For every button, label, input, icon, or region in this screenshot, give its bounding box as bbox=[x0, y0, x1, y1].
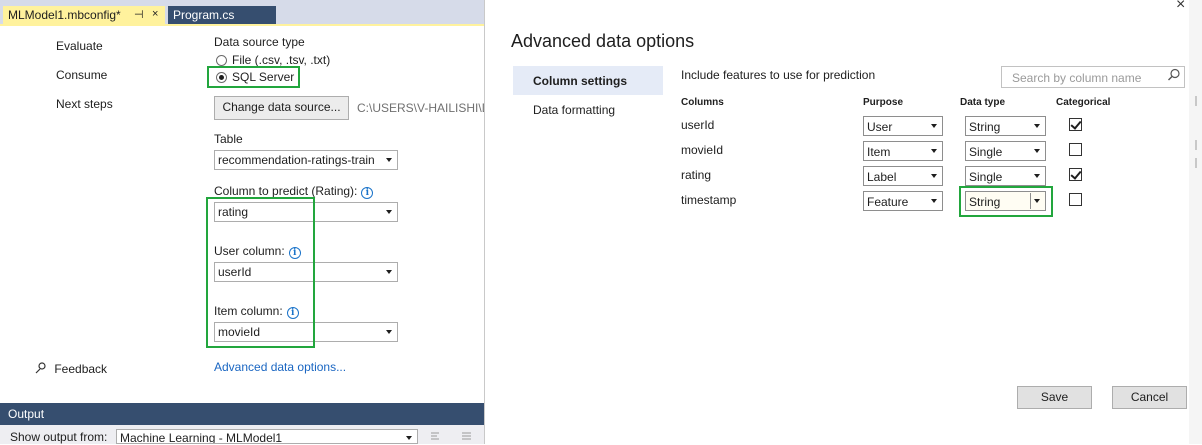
chevron-down-icon bbox=[931, 124, 937, 128]
feedback-link[interactable]: Feedback bbox=[34, 361, 107, 376]
data-type-select[interactable]: Single bbox=[965, 166, 1046, 186]
scrollbar-marker bbox=[1195, 158, 1197, 168]
header-purpose: Purpose bbox=[863, 97, 904, 108]
timestamp-type-highlight bbox=[959, 186, 1053, 217]
tab-underline bbox=[0, 24, 484, 26]
row-column-name: movieId bbox=[681, 143, 724, 157]
table-select-value: recommendation-ratings-train bbox=[218, 153, 375, 167]
chevron-down-icon bbox=[931, 199, 937, 203]
feedback-label: Feedback bbox=[54, 362, 108, 376]
include-features-text: Include features to use for prediction bbox=[681, 68, 876, 82]
output-source-value: Machine Learning - MLModel1 bbox=[120, 431, 283, 444]
sql-server-highlight bbox=[207, 66, 300, 88]
data-type-value: Single bbox=[969, 145, 1003, 159]
table-label: Table bbox=[214, 132, 243, 146]
step-next-steps[interactable]: Next steps bbox=[56, 97, 113, 111]
feedback-icon bbox=[35, 362, 46, 374]
row-column-name: timestamp bbox=[681, 193, 737, 207]
close-icon[interactable]: × bbox=[1176, 0, 1185, 14]
data-type-select[interactable]: String bbox=[965, 116, 1046, 136]
categorical-checkbox[interactable] bbox=[1069, 168, 1082, 181]
data-type-value: Single bbox=[969, 170, 1003, 184]
tab-label: MLModel1.mbconfig* bbox=[8, 8, 121, 22]
change-data-source-button[interactable]: Change data source... bbox=[214, 96, 349, 120]
mbconfig-editor: MLModel1.mbconfig* ⊣ × Program.cs Evalua… bbox=[0, 0, 494, 444]
advanced-data-options-link[interactable]: Advanced data options... bbox=[214, 360, 346, 374]
output-source-select[interactable]: Machine Learning - MLModel1 bbox=[116, 429, 418, 444]
chevron-down-icon bbox=[1034, 174, 1040, 178]
background-scrollbar[interactable] bbox=[1189, 0, 1202, 444]
tab-mlmodel-mbconfig[interactable]: MLModel1.mbconfig* ⊣ × bbox=[3, 6, 165, 24]
output-window-title: Output bbox=[0, 403, 484, 425]
purpose-select[interactable]: Item bbox=[863, 141, 943, 161]
search-placeholder: Search by column name bbox=[1012, 71, 1142, 85]
purpose-value: Label bbox=[867, 170, 897, 184]
data-type-value: String bbox=[969, 120, 1001, 134]
search-icon[interactable] bbox=[1167, 68, 1181, 82]
show-output-from-label: Show output from: bbox=[10, 430, 108, 444]
chevron-down-icon bbox=[406, 436, 412, 440]
column-to-predict-text: Column to predict (Rating): bbox=[214, 184, 358, 198]
purpose-select[interactable]: Label bbox=[863, 166, 943, 186]
chevron-down-icon bbox=[1034, 149, 1040, 153]
clear-all-icon[interactable] bbox=[460, 431, 474, 442]
purpose-value: User bbox=[867, 120, 893, 134]
close-tab-icon[interactable]: × bbox=[152, 8, 158, 20]
chevron-down-icon bbox=[386, 210, 392, 214]
data-source-type-heading: Data source type bbox=[214, 35, 305, 49]
nav-column-settings[interactable]: Column settings bbox=[533, 74, 627, 88]
step-consume[interactable]: Consume bbox=[56, 68, 107, 82]
purpose-select[interactable]: Feature bbox=[863, 191, 943, 211]
table-select[interactable]: recommendation-ratings-train bbox=[214, 150, 398, 170]
categorical-checkbox[interactable] bbox=[1069, 193, 1082, 206]
dialog-title: Advanced data options bbox=[511, 31, 695, 51]
file-radio-label: File (.csv, .tsv, .txt) bbox=[232, 53, 331, 67]
purpose-value: Feature bbox=[867, 195, 909, 209]
column-search-input[interactable]: Search by column name bbox=[1001, 66, 1185, 88]
nav-data-formatting[interactable]: Data formatting bbox=[533, 103, 615, 117]
cancel-button[interactable]: Cancel bbox=[1112, 386, 1187, 409]
row-column-name: userId bbox=[681, 118, 715, 132]
chevron-down-icon bbox=[386, 158, 392, 162]
save-button[interactable]: Save bbox=[1017, 386, 1092, 409]
purpose-select[interactable]: User bbox=[863, 116, 943, 136]
find-message-icon[interactable] bbox=[430, 431, 444, 442]
column-selection-highlight bbox=[206, 197, 315, 348]
tab-program-cs[interactable]: Program.cs bbox=[168, 6, 276, 24]
purpose-value: Item bbox=[867, 145, 891, 159]
pin-icon[interactable]: ⊣ bbox=[134, 8, 144, 21]
header-columns: Columns bbox=[681, 97, 724, 108]
chevron-down-icon bbox=[931, 149, 937, 153]
row-column-name: rating bbox=[681, 168, 712, 182]
header-data-type: Data type bbox=[960, 97, 1006, 108]
data-source-path: C:\USERS\V-HAILISHI\DI bbox=[357, 101, 494, 115]
info-icon[interactable]: i bbox=[361, 187, 374, 199]
chevron-down-icon bbox=[1034, 124, 1040, 128]
categorical-checkbox[interactable] bbox=[1069, 143, 1082, 156]
chevron-down-icon bbox=[931, 174, 937, 178]
data-type-select[interactable]: Single bbox=[965, 141, 1046, 161]
categorical-checkbox[interactable] bbox=[1069, 118, 1082, 131]
step-evaluate[interactable]: Evaluate bbox=[56, 39, 103, 53]
scrollbar-marker bbox=[1195, 96, 1197, 106]
header-categorical: Categorical bbox=[1056, 97, 1111, 108]
tab-label: Program.cs bbox=[173, 8, 235, 22]
scrollbar-marker bbox=[1195, 140, 1197, 150]
chevron-down-icon bbox=[386, 330, 392, 334]
file-radio[interactable] bbox=[216, 55, 227, 66]
chevron-down-icon bbox=[386, 270, 392, 274]
